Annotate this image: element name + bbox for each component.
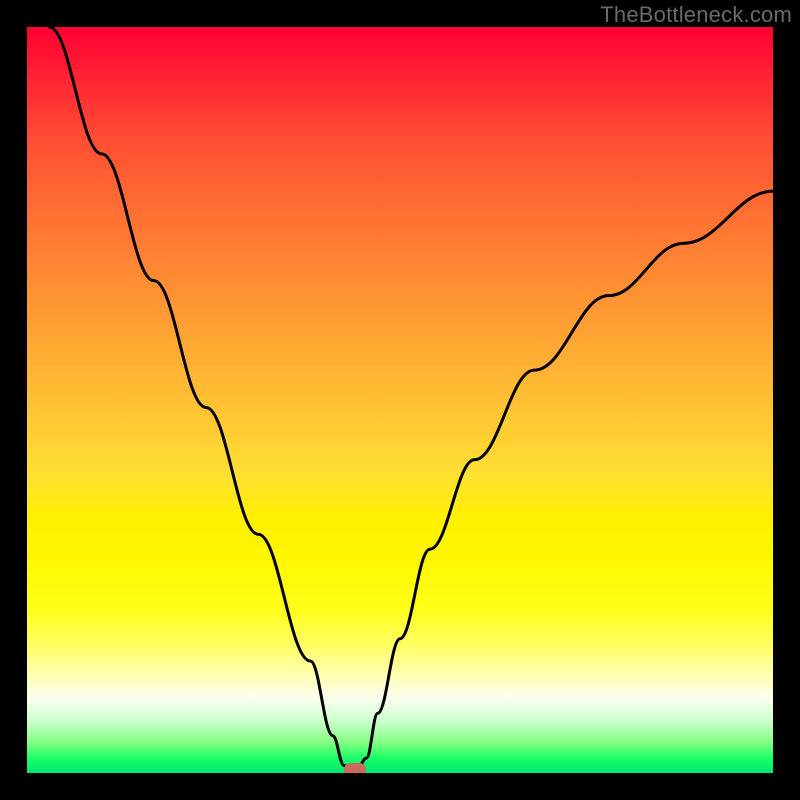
optimum-marker: [344, 763, 366, 773]
plot-area: [27, 27, 773, 773]
chart-frame: TheBottleneck.com: [0, 0, 800, 800]
bottleneck-curve: [27, 27, 773, 773]
watermark-text: TheBottleneck.com: [600, 2, 792, 28]
